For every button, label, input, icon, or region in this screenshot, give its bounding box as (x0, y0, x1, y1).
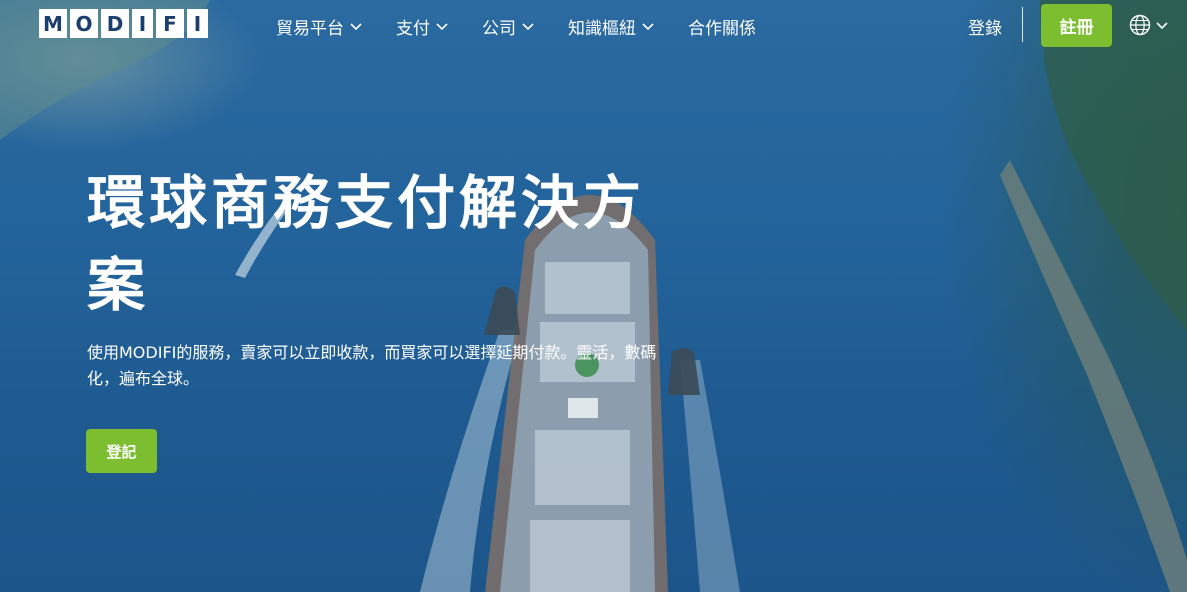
nav-item-partnerships[interactable]: 合作關係 (688, 14, 756, 39)
chevron-down-icon (350, 23, 362, 31)
hero-description: 使用MODIFI的服務，賣家可以立即收款，而買家可以選擇延期付款。靈活，數碼化，… (87, 343, 657, 388)
register-button[interactable]: 登記 (86, 429, 157, 473)
logo-letter: I (132, 9, 153, 38)
login-link[interactable]: 登錄 (968, 14, 1002, 39)
nav-item-trade-platform[interactable]: 貿易平台 (276, 14, 363, 39)
signup-button[interactable]: 註冊 (1041, 4, 1112, 47)
chevron-down-icon (436, 23, 448, 31)
logo-letter: F (156, 9, 184, 38)
nav-item-label: 合作關係 (688, 18, 756, 39)
nav-divider (1022, 7, 1023, 42)
nav-item-knowledge-hub[interactable]: 知識樞紐 (568, 14, 655, 39)
chevron-down-icon (522, 23, 534, 31)
nav-item-label: 知識樞紐 (568, 18, 636, 39)
nav-item-label: 公司 (482, 18, 516, 39)
hero-title: 環球商務支付解決方案 (87, 169, 646, 319)
logo-letter: D (101, 9, 129, 38)
top-navigation: M O D I F I 貿易平台 支付 公司 知識樞紐 合作關係 登錄 註冊 (0, 0, 1187, 52)
chevron-down-icon (642, 23, 654, 31)
main-menu: 貿易平台 支付 公司 知識樞紐 合作關係 (276, 14, 789, 39)
nav-item-company[interactable]: 公司 (482, 14, 535, 39)
nav-item-payments[interactable]: 支付 (396, 14, 449, 39)
logo-letter: M (39, 9, 67, 38)
logo-letter: I (187, 9, 208, 38)
nav-item-label: 貿易平台 (276, 18, 344, 39)
chevron-down-icon (1156, 22, 1168, 30)
language-selector[interactable] (1129, 14, 1170, 36)
globe-icon (1129, 14, 1151, 36)
logo-letter: O (70, 9, 98, 38)
nav-item-label: 支付 (396, 18, 430, 39)
modifi-logo[interactable]: M O D I F I (39, 9, 208, 38)
